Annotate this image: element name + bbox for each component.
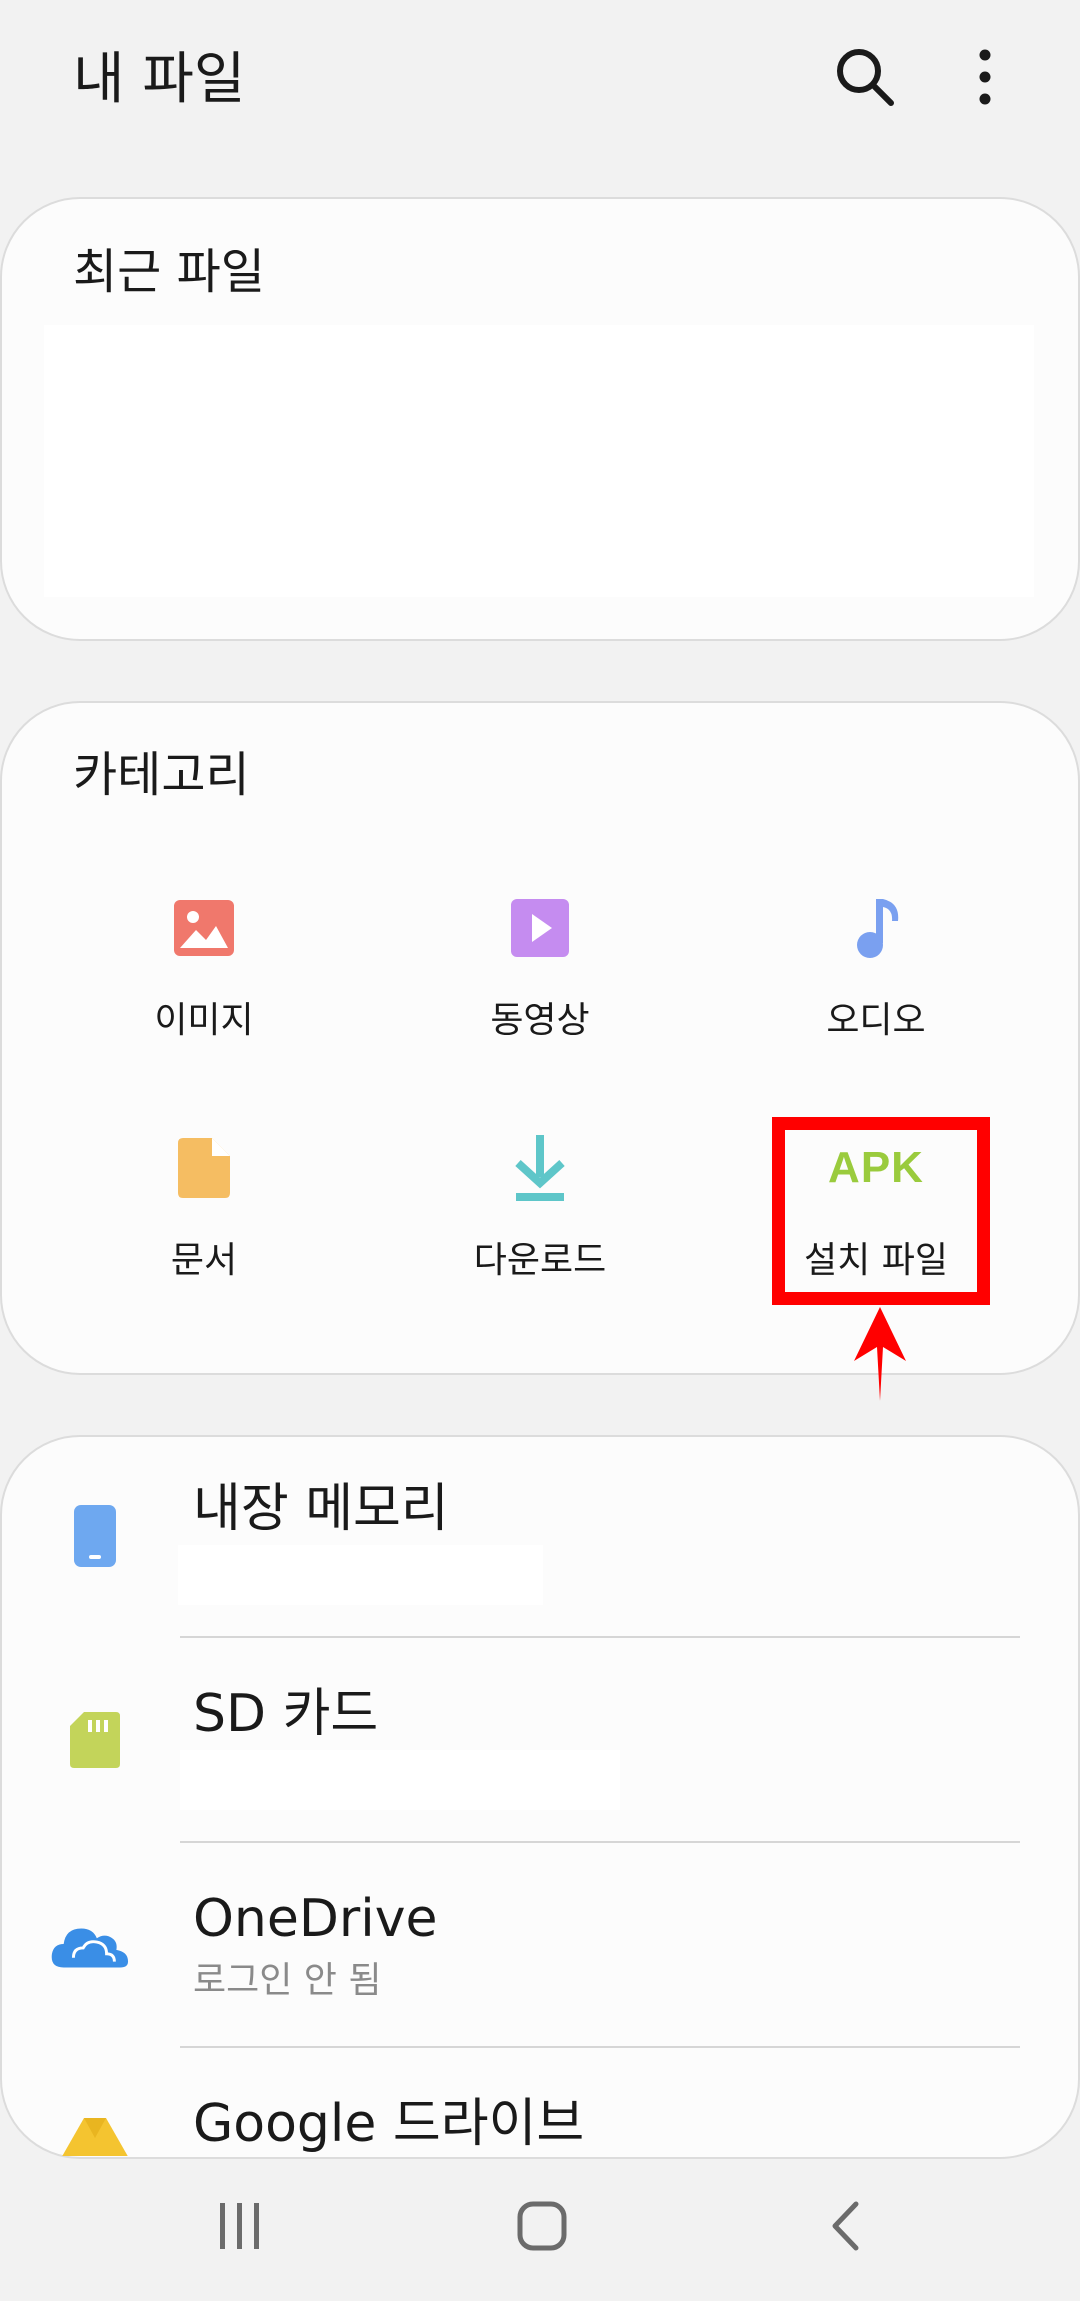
search-button[interactable] <box>820 32 910 122</box>
category-videos[interactable]: 동영상 <box>372 888 708 1088</box>
category-images[interactable]: 이미지 <box>36 888 372 1088</box>
storage-subtitle: 로그인 안 됨 <box>193 1960 382 2001</box>
onedrive-cloud-icon <box>51 1928 129 1968</box>
recent-files-title: 최근 파일 <box>73 244 265 300</box>
recent-apps-icon <box>220 2203 259 2249</box>
more-options-button[interactable] <box>940 32 1030 122</box>
divider <box>180 1636 1020 1638</box>
download-icon <box>515 1135 565 1201</box>
music-note-icon <box>857 899 899 958</box>
category-label: 문서 <box>170 1240 238 1281</box>
categories-title: 카테고리 <box>73 747 250 803</box>
search-icon <box>837 49 894 106</box>
storage-onedrive[interactable] <box>0 1845 1080 2050</box>
category-label: 오디오 <box>826 1000 926 1041</box>
category-label: 동영상 <box>490 1000 590 1041</box>
document-icon <box>178 1138 230 1198</box>
storage-title: SD 카드 <box>193 1684 379 1744</box>
category-label: 다운로드 <box>473 1240 607 1281</box>
storage-sd-card[interactable] <box>0 1640 1080 1845</box>
home-icon <box>517 2201 567 2251</box>
video-icon <box>511 899 569 957</box>
storage-title: OneDrive <box>193 1889 438 1949</box>
phone-icon <box>74 1505 116 1567</box>
back-icon <box>832 2201 859 2251</box>
recent-files-area <box>44 325 1034 597</box>
storage-subtitle <box>178 1545 543 1605</box>
more-vertical-icon <box>979 49 991 105</box>
highlight-box <box>772 1117 990 1305</box>
storage-title: 내장 메모리 <box>193 1479 449 1539</box>
category-audio[interactable]: 오디오 <box>708 888 1044 1088</box>
recent-apps-button[interactable] <box>180 2166 300 2286</box>
back-button[interactable] <box>785 2166 905 2286</box>
category-label: 이미지 <box>154 1000 254 1041</box>
category-downloads[interactable]: 다운로드 <box>372 1128 708 1328</box>
app-title: 내 파일 <box>73 47 246 112</box>
divider <box>180 2046 1020 2048</box>
home-button[interactable] <box>482 2166 602 2286</box>
annotation-arrow <box>854 1307 906 1401</box>
storage-subtitle <box>180 1750 620 1810</box>
sd-card-icon <box>70 1712 120 1768</box>
google-drive-icon <box>62 2118 128 2156</box>
category-documents[interactable]: 문서 <box>36 1128 372 1328</box>
image-icon <box>174 900 234 956</box>
storage-title: Google 드라이브 <box>193 2094 585 2154</box>
divider <box>180 1841 1020 1843</box>
